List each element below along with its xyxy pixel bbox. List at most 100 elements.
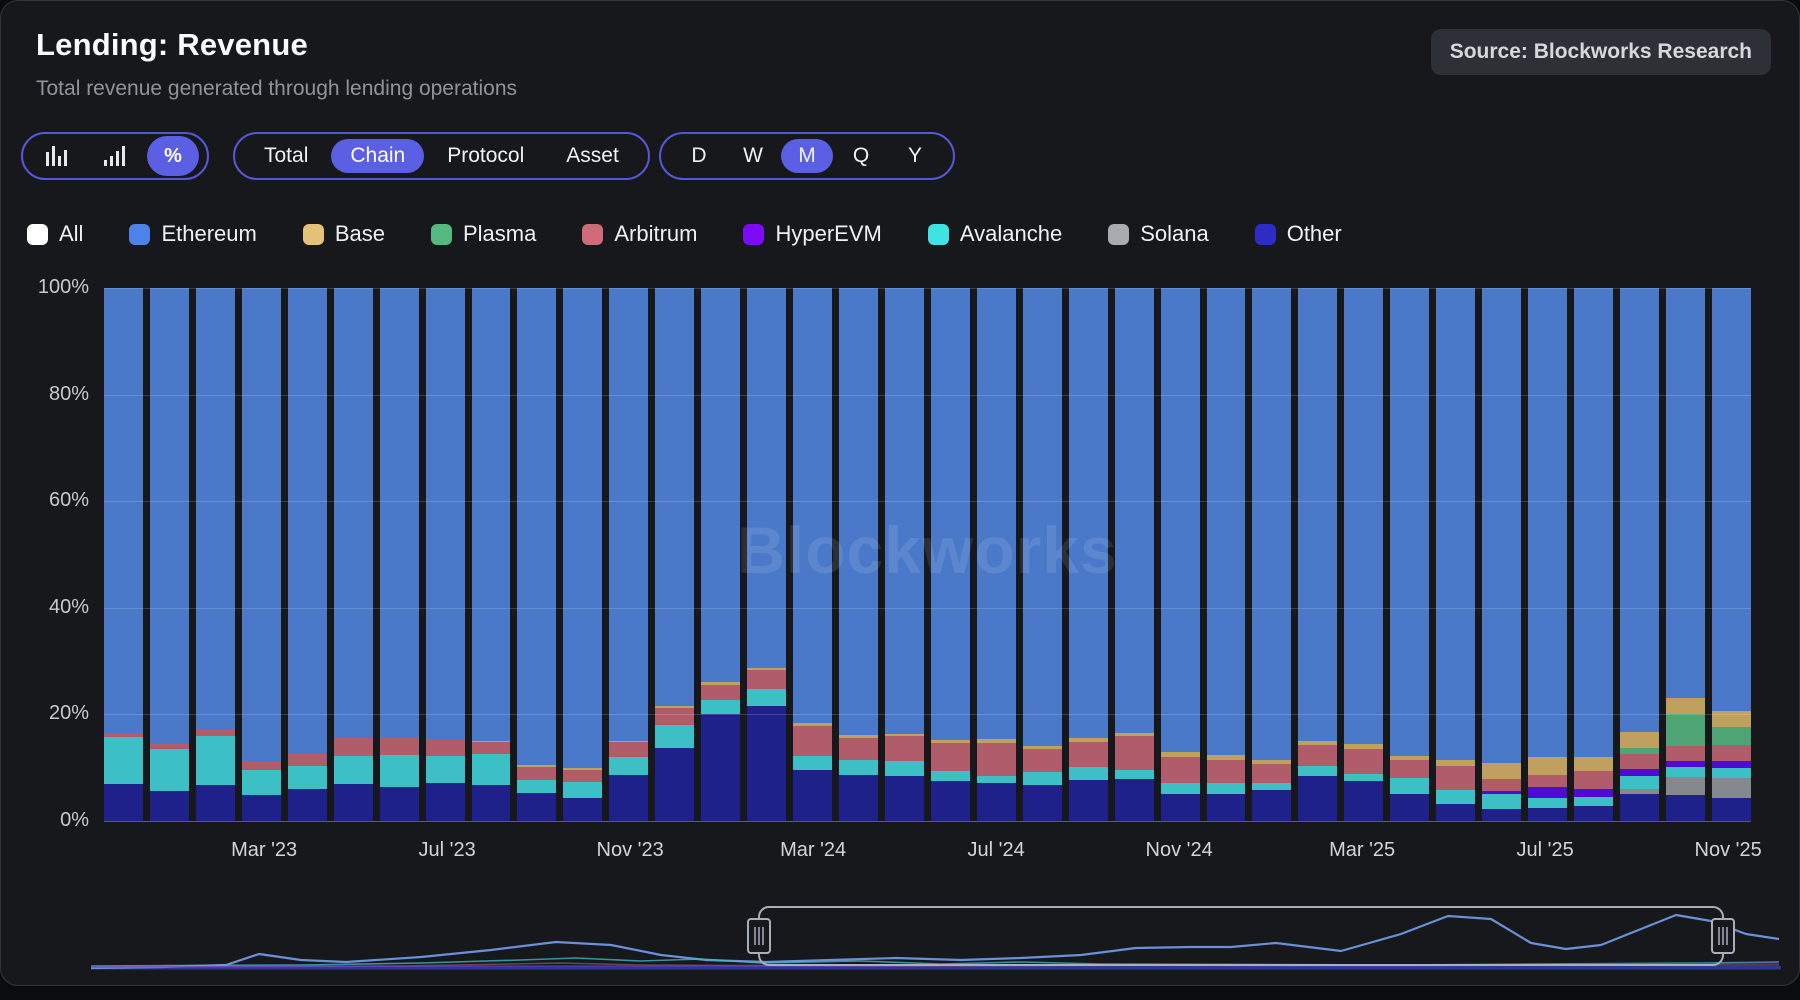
segment-arbitrum xyxy=(655,708,694,725)
bar-jun24[interactable] xyxy=(931,288,970,821)
legend-item-base[interactable]: Base xyxy=(303,221,385,247)
legend-item-hyperevm[interactable]: HyperEVM xyxy=(743,221,881,247)
brush-handle-left[interactable] xyxy=(748,919,770,953)
percent-icon[interactable]: % xyxy=(147,136,199,176)
segment-avalanche xyxy=(1252,783,1291,790)
interval-m[interactable]: M xyxy=(781,139,833,173)
legend-item-avalanche[interactable]: Avalanche xyxy=(928,221,1062,247)
segment-ethereum xyxy=(655,288,694,706)
segment-base xyxy=(1528,757,1567,775)
bar-nov24[interactable] xyxy=(1161,288,1200,821)
bar-jul25[interactable] xyxy=(1528,288,1567,821)
plot-area: Blockworks xyxy=(104,288,1751,821)
segment-avalanche xyxy=(242,770,281,796)
bar-oct25[interactable] xyxy=(1666,288,1705,821)
segment-other xyxy=(426,783,465,821)
segment-arbitrum xyxy=(1482,779,1521,791)
segment-other xyxy=(1482,809,1521,821)
tab-protocol[interactable]: Protocol xyxy=(428,139,543,173)
bar-feb23[interactable] xyxy=(196,288,235,821)
bar-jan25[interactable] xyxy=(1252,288,1291,821)
brush-window[interactable] xyxy=(759,907,1723,965)
bar-dec23[interactable] xyxy=(655,288,694,821)
bar-aug25[interactable] xyxy=(1574,288,1613,821)
segment-other xyxy=(885,776,924,821)
bar-apr23[interactable] xyxy=(288,288,327,821)
segment-other xyxy=(472,785,511,821)
segment-ethereum xyxy=(839,288,878,735)
bar-jan23[interactable] xyxy=(150,288,189,821)
segment-avalanche xyxy=(380,755,419,787)
bar-jan24[interactable] xyxy=(701,288,740,821)
segment-ethereum xyxy=(380,288,419,737)
interval-y[interactable]: Y xyxy=(889,139,941,173)
bar-sep25[interactable] xyxy=(1620,288,1659,821)
bar-oct23[interactable] xyxy=(563,288,602,821)
segment-ethereum xyxy=(1620,288,1659,732)
segment-arbitrum xyxy=(1069,742,1108,767)
legend-item-solana[interactable]: Solana xyxy=(1108,221,1209,247)
tab-asset[interactable]: Asset xyxy=(547,139,638,173)
timeline-navigator[interactable] xyxy=(1,899,1800,999)
bar-sep23[interactable] xyxy=(517,288,556,821)
bar-aug24[interactable] xyxy=(1023,288,1062,821)
bar-may24[interactable] xyxy=(885,288,924,821)
y-tick-label: 0% xyxy=(17,809,89,832)
bar-mar23[interactable] xyxy=(242,288,281,821)
x-tick-label: Jul '23 xyxy=(419,839,476,862)
segment-arbitrum xyxy=(1528,775,1567,787)
segment-avalanche xyxy=(1666,767,1705,777)
bar-jun23[interactable] xyxy=(380,288,419,821)
segment-avalanche xyxy=(1344,774,1383,781)
legend-item-ethereum[interactable]: Ethereum xyxy=(129,221,256,247)
segment-ethereum xyxy=(426,288,465,739)
y-tick-label: 60% xyxy=(17,489,89,512)
segment-ethereum xyxy=(1344,288,1383,744)
bar-oct24[interactable] xyxy=(1115,288,1154,821)
bar-sep24[interactable] xyxy=(1069,288,1108,821)
bar-dec22[interactable] xyxy=(104,288,143,821)
brush-handle-right[interactable] xyxy=(1712,919,1734,953)
segment-other xyxy=(1620,794,1659,821)
bar-apr25[interactable] xyxy=(1390,288,1429,821)
segment-ethereum xyxy=(1252,288,1291,760)
segment-ethereum xyxy=(1528,288,1567,757)
segment-other xyxy=(1666,795,1705,821)
interval-d[interactable]: D xyxy=(673,139,725,173)
bar-nov25[interactable] xyxy=(1712,288,1751,821)
legend-item-arbitrum[interactable]: Arbitrum xyxy=(582,221,697,247)
segment-arbitrum xyxy=(1436,766,1475,789)
legend-item-plasma[interactable]: Plasma xyxy=(431,221,536,247)
segment-avalanche xyxy=(150,749,189,792)
bar-may23[interactable] xyxy=(334,288,373,821)
segment-other xyxy=(655,748,694,821)
tab-chain[interactable]: Chain xyxy=(331,139,424,173)
bar-feb25[interactable] xyxy=(1298,288,1337,821)
bar-apr24[interactable] xyxy=(839,288,878,821)
bar-jun25[interactable] xyxy=(1482,288,1521,821)
bar-jul23[interactable] xyxy=(426,288,465,821)
bar-dec24[interactable] xyxy=(1207,288,1246,821)
bar-aug23[interactable] xyxy=(472,288,511,821)
bar-nov23[interactable] xyxy=(609,288,648,821)
bar-feb24[interactable] xyxy=(747,288,786,821)
segment-base xyxy=(1574,757,1613,771)
x-tick-label: Mar '25 xyxy=(1329,839,1395,862)
bar-jul24[interactable] xyxy=(977,288,1016,821)
segment-arbitrum xyxy=(242,761,281,770)
interval-w[interactable]: W xyxy=(727,139,779,173)
ascending-bars-icon[interactable] xyxy=(89,136,141,176)
segment-arbitrum xyxy=(1298,745,1337,766)
segment-other xyxy=(931,781,970,822)
screenshot-stage: Lending: Revenue Total revenue generated… xyxy=(0,0,1800,1000)
legend-item-all[interactable]: All xyxy=(27,221,83,247)
bar-chart-icon[interactable] xyxy=(31,136,83,176)
interval-q[interactable]: Q xyxy=(835,139,887,173)
tab-total[interactable]: Total xyxy=(245,139,327,173)
bar-mar25[interactable] xyxy=(1344,288,1383,821)
bar-mar24[interactable] xyxy=(793,288,832,821)
segment-plasma xyxy=(1666,714,1705,746)
x-tick-label: Jul '25 xyxy=(1517,839,1574,862)
legend-item-other[interactable]: Other xyxy=(1255,221,1342,247)
bar-may25[interactable] xyxy=(1436,288,1475,821)
